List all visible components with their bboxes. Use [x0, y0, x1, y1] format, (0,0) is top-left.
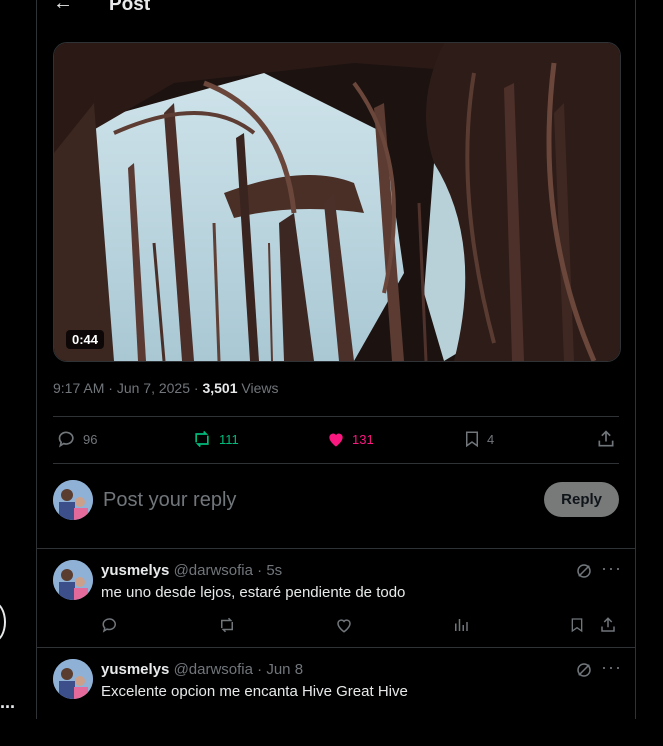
left-rail-fragment [0, 602, 6, 642]
meta-separator: · [190, 380, 203, 396]
video-player[interactable]: 0:44 [53, 42, 621, 362]
bookmark-count: 4 [487, 431, 495, 447]
user-handle[interactable]: @darwsofia [174, 562, 253, 579]
left-rail-more[interactable]: ... [0, 692, 15, 713]
repost-action[interactable]: 111 [191, 429, 239, 449]
bookmark-icon[interactable] [569, 616, 585, 634]
display-name[interactable]: yusmelys [101, 562, 169, 579]
share-icon [598, 430, 614, 447]
reply-action-bar [101, 616, 621, 636]
list-item[interactable]: yusmelys @darwsofia · Jun 8 Excelente op… [37, 647, 635, 746]
grok-icon[interactable] [575, 661, 593, 679]
divider [53, 416, 619, 417]
views-icon[interactable] [452, 616, 470, 634]
user-handle[interactable]: @darwsofia [174, 661, 253, 678]
reply-action[interactable]: 96 [57, 429, 97, 449]
heart-icon [329, 433, 343, 447]
grok-icon[interactable] [575, 562, 593, 580]
reply-text: me uno desde lejos, estaré pendiente de … [101, 584, 406, 601]
page-title: Post [109, 0, 151, 15]
divider [53, 463, 619, 464]
more-icon[interactable]: ··· [601, 558, 622, 579]
post-timestamp: 9:17 AM · Jun 7, 2025 · 3,501 Views [53, 380, 278, 396]
post-header: ← Post [37, 0, 635, 26]
meta-separator: · [104, 380, 117, 396]
reply-icon [58, 431, 74, 448]
meta-separator: · [253, 661, 267, 678]
share-icon[interactable] [599, 616, 617, 634]
reply-time[interactable]: Jun 8 [266, 661, 303, 678]
like-count: 131 [352, 431, 374, 447]
post-date[interactable]: Jun 7, 2025 [117, 380, 190, 396]
reply-input[interactable]: Post your reply [103, 489, 236, 512]
reply-button[interactable]: Reply [544, 482, 619, 517]
bookmark-action[interactable]: 4 [463, 429, 494, 449]
reply-time[interactable]: 5s [266, 562, 282, 579]
main-column: ← Post 0:44 9:17 AM · Jun 7, 2025 · 3,50… [36, 0, 636, 719]
views-label: Views [237, 380, 279, 396]
heart-icon[interactable] [335, 616, 353, 634]
video-thumbnail [54, 43, 620, 361]
more-icon[interactable]: ··· [601, 657, 622, 678]
reply-text: Excelente opcion me encanta Hive Great H… [101, 683, 408, 700]
repost-count: 111 [219, 431, 239, 447]
reply-header: yusmelys @darwsofia · Jun 8 [101, 661, 303, 678]
post-time[interactable]: 9:17 AM [53, 380, 104, 396]
like-action[interactable]: 131 [326, 429, 374, 449]
reply-count: 96 [83, 431, 98, 447]
repost-icon[interactable] [217, 616, 237, 634]
meta-separator: · [253, 562, 267, 579]
avatar[interactable] [53, 560, 93, 600]
share-action[interactable] [596, 429, 616, 449]
list-item[interactable]: yusmelys @darwsofia · 5s me uno desde le… [37, 548, 635, 647]
views-count: 3,501 [202, 380, 238, 396]
reply-icon[interactable] [101, 616, 119, 634]
bookmark-icon [466, 431, 478, 448]
arrow-left-icon[interactable]: ← [53, 0, 73, 15]
reply-header: yusmelys @darwsofia · 5s [101, 562, 282, 579]
avatar[interactable] [53, 480, 93, 520]
reply-composer: Post your reply Reply [53, 480, 619, 524]
post-action-bar: 96 111 131 4 [53, 425, 619, 455]
video-duration-badge: 0:44 [66, 330, 105, 349]
display-name[interactable]: yusmelys [101, 661, 169, 678]
avatar[interactable] [53, 659, 93, 699]
repost-icon [195, 430, 209, 448]
